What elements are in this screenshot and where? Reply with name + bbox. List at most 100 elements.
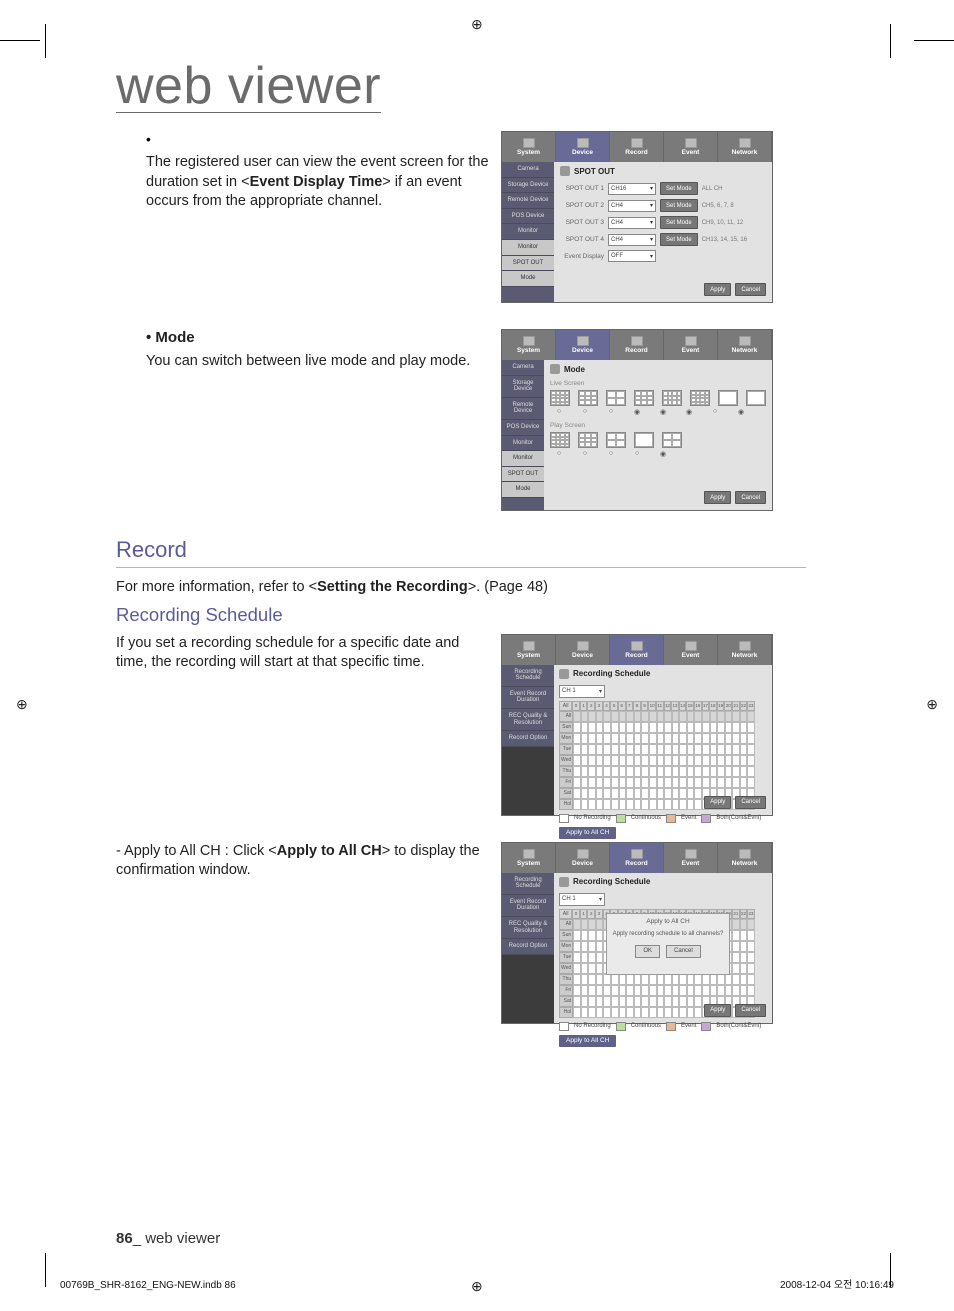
schedule-cell[interactable] [596, 952, 604, 963]
schedule-cell[interactable] [596, 722, 604, 733]
radio[interactable]: ○ [550, 408, 568, 416]
schedule-cell[interactable] [588, 711, 596, 722]
schedule-cell[interactable] [611, 985, 619, 996]
schedule-cell[interactable] [717, 755, 725, 766]
schedule-cell[interactable] [634, 744, 642, 755]
select-event-display[interactable]: OFF▾ [608, 250, 656, 262]
radio[interactable]: ◉ [732, 408, 750, 416]
schedule-cell[interactable] [687, 722, 695, 733]
schedule-cell[interactable] [740, 777, 748, 788]
schedule-cell[interactable] [596, 799, 604, 810]
schedule-cell[interactable] [619, 711, 627, 722]
schedule-cell[interactable] [626, 733, 634, 744]
schedule-cell[interactable] [596, 1007, 604, 1018]
schedule-cell[interactable] [634, 722, 642, 733]
schedule-cell[interactable] [619, 985, 627, 996]
schedule-cell[interactable] [581, 985, 589, 996]
sidebar-item[interactable]: Mode [502, 482, 544, 498]
schedule-cell[interactable] [626, 777, 634, 788]
schedule-cell[interactable] [649, 777, 657, 788]
schedule-cell[interactable] [573, 941, 581, 952]
schedule-cell[interactable] [573, 974, 581, 985]
layout-icon[interactable] [634, 390, 654, 406]
schedule-cell[interactable] [664, 711, 672, 722]
schedule-cell[interactable] [573, 711, 581, 722]
tab-system[interactable]: System [502, 843, 556, 873]
schedule-cell[interactable] [641, 766, 649, 777]
schedule-cell[interactable] [581, 733, 589, 744]
schedule-cell[interactable] [732, 941, 740, 952]
schedule-cell[interactable] [740, 941, 748, 952]
spot-select[interactable]: CH16▾ [608, 183, 656, 195]
schedule-cell[interactable] [626, 711, 634, 722]
schedule-cell[interactable] [626, 744, 634, 755]
schedule-cell[interactable] [687, 766, 695, 777]
schedule-cell[interactable] [626, 799, 634, 810]
radio[interactable]: ◉ [654, 408, 672, 416]
sidebar-item[interactable]: POS Device [502, 420, 544, 436]
schedule-cell[interactable] [657, 974, 665, 985]
schedule-cell[interactable] [581, 952, 589, 963]
cancel-button[interactable]: Cancel [735, 283, 766, 296]
schedule-cell[interactable] [581, 930, 589, 941]
schedule-cell[interactable] [581, 919, 589, 930]
dialog-ok-button[interactable]: OK [635, 945, 660, 958]
schedule-cell[interactable] [649, 755, 657, 766]
radio[interactable]: ○ [628, 450, 646, 458]
schedule-cell[interactable] [725, 711, 733, 722]
schedule-cell[interactable] [740, 985, 748, 996]
radio[interactable]: ○ [602, 450, 620, 458]
schedule-cell[interactable] [657, 766, 665, 777]
schedule-cell[interactable] [649, 788, 657, 799]
sidebar-item[interactable]: Monitor [502, 224, 554, 240]
schedule-cell[interactable] [702, 733, 710, 744]
schedule-cell[interactable] [649, 766, 657, 777]
schedule-cell[interactable] [581, 711, 589, 722]
schedule-cell[interactable] [641, 722, 649, 733]
schedule-cell[interactable] [710, 711, 718, 722]
schedule-cell[interactable] [573, 1007, 581, 1018]
schedule-cell[interactable] [603, 985, 611, 996]
schedule-cell[interactable] [725, 722, 733, 733]
schedule-cell[interactable] [672, 733, 680, 744]
schedule-cell[interactable] [679, 766, 687, 777]
spot-select[interactable]: CH4▾ [608, 234, 656, 246]
schedule-cell[interactable] [664, 777, 672, 788]
schedule-cell[interactable] [596, 996, 604, 1007]
apply-button[interactable]: Apply [704, 1004, 731, 1017]
schedule-cell[interactable] [732, 985, 740, 996]
schedule-cell[interactable] [672, 711, 680, 722]
schedule-cell[interactable] [657, 799, 665, 810]
schedule-cell[interactable] [694, 722, 702, 733]
schedule-cell[interactable] [725, 974, 733, 985]
schedule-cell[interactable] [664, 996, 672, 1007]
apply-button[interactable]: Apply [704, 796, 731, 809]
schedule-cell[interactable] [740, 766, 748, 777]
schedule-cell[interactable] [657, 777, 665, 788]
schedule-cell[interactable] [687, 985, 695, 996]
schedule-cell[interactable] [710, 744, 718, 755]
schedule-cell[interactable] [626, 788, 634, 799]
schedule-cell[interactable] [573, 930, 581, 941]
schedule-cell[interactable] [611, 755, 619, 766]
schedule-cell[interactable] [657, 1007, 665, 1018]
schedule-cell[interactable] [596, 919, 604, 930]
schedule-cell[interactable] [596, 755, 604, 766]
schedule-cell[interactable] [588, 799, 596, 810]
spot-select[interactable]: CH4▾ [608, 217, 656, 229]
sidebar-item[interactable]: Camera [502, 360, 544, 376]
schedule-cell[interactable] [725, 777, 733, 788]
schedule-cell[interactable] [573, 996, 581, 1007]
schedule-cell[interactable] [687, 744, 695, 755]
schedule-cell[interactable] [626, 974, 634, 985]
schedule-cell[interactable] [588, 1007, 596, 1018]
schedule-cell[interactable] [687, 974, 695, 985]
schedule-cell[interactable] [747, 985, 755, 996]
schedule-cell[interactable] [641, 744, 649, 755]
schedule-cell[interactable] [649, 733, 657, 744]
schedule-cell[interactable] [702, 766, 710, 777]
schedule-cell[interactable] [747, 755, 755, 766]
schedule-cell[interactable] [672, 799, 680, 810]
schedule-cell[interactable] [657, 996, 665, 1007]
schedule-cell[interactable] [581, 755, 589, 766]
